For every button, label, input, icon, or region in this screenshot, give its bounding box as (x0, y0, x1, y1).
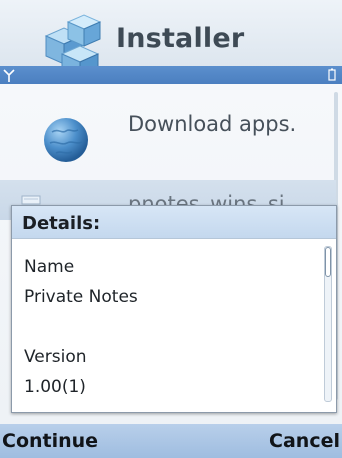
status-strip (0, 66, 342, 84)
field-value-name: Private Notes (24, 287, 138, 307)
details-dialog: Details: Name Private Notes Version 1.00… (11, 205, 337, 413)
field-label-version: Version (24, 347, 87, 367)
field-spacer (24, 312, 314, 342)
dialog-scroll-thumb[interactable] (325, 247, 331, 277)
list-item-download-apps[interactable]: Download apps. (0, 100, 336, 186)
dialog-scrollbar[interactable] (324, 246, 332, 402)
dialog-title: Details: (22, 213, 101, 234)
globe-icon (44, 118, 88, 162)
title-bar: Installer (0, 0, 342, 76)
battery-icon (328, 68, 336, 81)
field-value-version: 1.00(1) (24, 377, 86, 397)
signal-icon (3, 69, 15, 82)
softkey-bar: Continue Cancel (0, 424, 342, 458)
dialog-body: Name Private Notes Version 1.00(1) (24, 252, 314, 402)
dialog-header: Details: (12, 206, 336, 239)
sis-package-icon (21, 195, 41, 205)
field-label-name: Name (24, 257, 75, 277)
continue-softkey[interactable]: Continue (2, 430, 98, 452)
list-item-label: Download apps. (128, 112, 297, 136)
cancel-softkey[interactable]: Cancel (269, 430, 340, 452)
page-title: Installer (116, 23, 245, 54)
